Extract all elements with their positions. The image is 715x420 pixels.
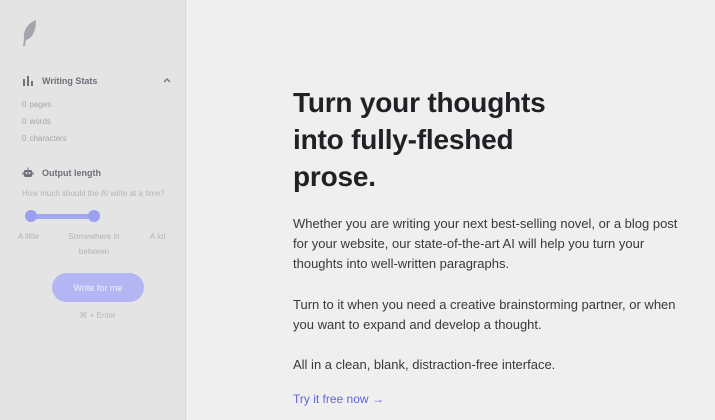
slider-track bbox=[29, 214, 96, 219]
try-free-link[interactable]: Try it free now → bbox=[293, 392, 384, 406]
headline-line: into fully-fleshed bbox=[293, 124, 514, 155]
main-content: Turn your thoughts into fully-fleshed pr… bbox=[187, 0, 715, 420]
hero-headline: Turn your thoughts into fully-fleshed pr… bbox=[293, 84, 653, 195]
stat-value: 0 bbox=[22, 100, 27, 109]
slider-handle-max[interactable] bbox=[88, 210, 100, 222]
output-length-header: Output length bbox=[22, 167, 101, 179]
feather-icon bbox=[23, 20, 36, 46]
stat-label: words bbox=[29, 117, 51, 126]
output-length-hint: How much should the AI write at a time? bbox=[22, 189, 165, 198]
write-for-me-button[interactable]: Write for me bbox=[52, 273, 144, 302]
stat-value: 0 bbox=[22, 134, 27, 143]
bar-chart-icon bbox=[23, 76, 33, 86]
sidebar: Writing Stats 0 pages 0 words 0 characters … bbox=[0, 0, 186, 420]
writing-stats-title: Writing Stats bbox=[42, 76, 98, 86]
clean-interface-paragraph: All in a clean, blank, distraction-free … bbox=[293, 357, 556, 372]
intro-paragraph: Whether you are writing your next best-s… bbox=[293, 216, 678, 271]
robot-icon bbox=[22, 167, 34, 177]
headline-line: Turn your thoughts bbox=[293, 87, 546, 118]
stat-label: characters bbox=[29, 134, 67, 143]
keyboard-shortcut-hint: ⌘ + Enter bbox=[79, 311, 116, 320]
stat-characters: 0 characters bbox=[22, 134, 67, 143]
option-line: Somewhere in bbox=[68, 232, 120, 241]
option-line: between bbox=[78, 247, 110, 256]
option-a-little: A little bbox=[18, 232, 40, 241]
stat-words: 0 words bbox=[22, 117, 51, 126]
slider-handle-min[interactable] bbox=[25, 210, 37, 222]
chevron-up-icon[interactable] bbox=[162, 76, 172, 84]
output-length-slider[interactable] bbox=[25, 210, 100, 222]
stat-pages: 0 pages bbox=[22, 100, 51, 109]
output-length-title: Output length bbox=[42, 168, 101, 178]
option-a-lot: A lot bbox=[150, 232, 166, 241]
option-somewhere-in-between: Somewhere in between bbox=[64, 232, 124, 256]
writing-stats-header[interactable]: Writing Stats bbox=[22, 75, 97, 87]
stat-value: 0 bbox=[22, 117, 27, 126]
brainstorm-paragraph: Turn to it when you need a creative brai… bbox=[293, 297, 676, 332]
headline-line: prose. bbox=[293, 161, 376, 192]
stat-label: pages bbox=[29, 100, 52, 109]
